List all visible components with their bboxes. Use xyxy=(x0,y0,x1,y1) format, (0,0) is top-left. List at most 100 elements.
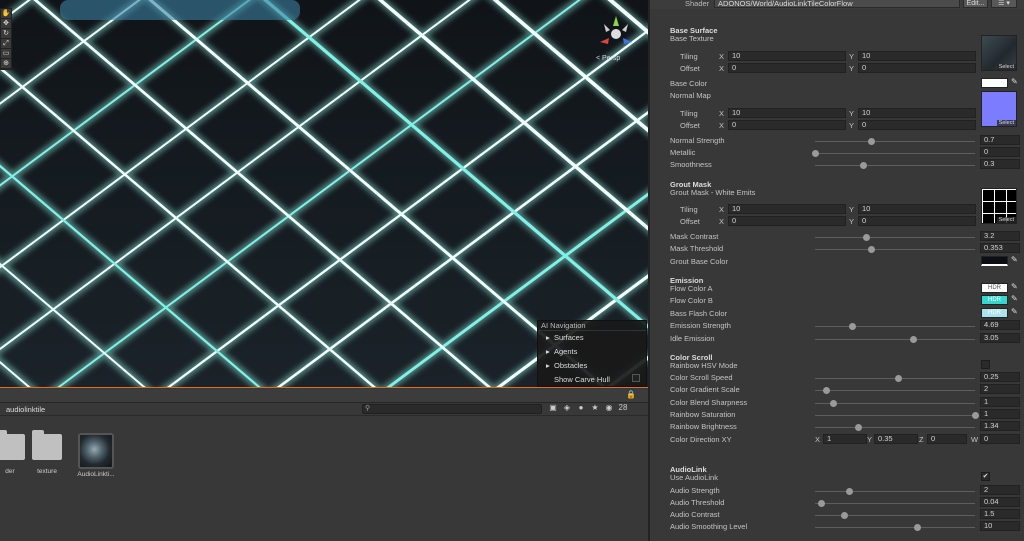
slider-value-field[interactable]: 10 xyxy=(980,521,1020,531)
flow-color-a-swatch[interactable]: HDR xyxy=(981,283,1008,293)
normal-map-thumbnail[interactable]: Select xyxy=(981,91,1017,127)
breadcrumb-item[interactable]: audiolinktile xyxy=(6,405,45,414)
base-offset-x-field[interactable]: 0 xyxy=(728,63,846,73)
eyedropper-icon[interactable]: ✎ xyxy=(1011,307,1018,316)
slider-thumb[interactable] xyxy=(840,512,848,519)
grout-base-color-swatch[interactable] xyxy=(981,256,1008,266)
perspective-label[interactable]: < Persp xyxy=(596,55,620,62)
base-texture-thumbnail[interactable]: Select xyxy=(981,35,1017,71)
grout-offset-x-field[interactable]: 0 xyxy=(728,216,846,226)
slider-value-field[interactable]: 3.05 xyxy=(980,333,1020,343)
hand-tool-icon[interactable]: ✋ xyxy=(1,9,11,19)
slider-track[interactable] xyxy=(815,339,975,340)
base-tiling-y-field[interactable]: 10 xyxy=(858,51,976,61)
slider-thumb[interactable] xyxy=(855,424,863,431)
rainbow-hsv-checkbox[interactable] xyxy=(981,360,990,369)
eyedropper-icon[interactable]: ✎ xyxy=(1011,255,1018,264)
slider-thumb[interactable] xyxy=(845,488,853,495)
slider-thumb[interactable] xyxy=(868,246,876,253)
slider-track[interactable] xyxy=(815,491,975,492)
favorite-icon[interactable]: ★ xyxy=(588,403,602,412)
grout-tiling-x-field[interactable]: 10 xyxy=(728,204,846,214)
slider-value-field[interactable]: 2 xyxy=(980,384,1020,394)
slider-value-field[interactable]: 3.2 xyxy=(980,231,1020,241)
direction-w-field[interactable]: 0 xyxy=(980,434,1020,444)
slider-track[interactable] xyxy=(815,153,975,154)
project-search-input[interactable]: ⚲ xyxy=(362,404,542,414)
ai-nav-item[interactable]: ▸ Obstacles xyxy=(538,359,646,373)
slider-track[interactable] xyxy=(815,326,975,327)
slider-track[interactable] xyxy=(815,503,975,504)
grout-mask-select-button[interactable]: Select xyxy=(996,217,1016,223)
slider-thumb[interactable] xyxy=(848,323,856,330)
slider-value-field[interactable]: 0.04 xyxy=(980,497,1020,507)
slider-thumb[interactable] xyxy=(829,400,837,407)
slider-thumb[interactable] xyxy=(863,234,871,241)
slider-track[interactable] xyxy=(815,515,975,516)
slider-value-field[interactable]: 0.25 xyxy=(980,372,1020,382)
normal-tiling-y-field[interactable]: 10 xyxy=(858,108,976,118)
transform-tool-icon[interactable]: ⊕ xyxy=(1,59,11,69)
direction-y-field[interactable]: 0.35 xyxy=(874,434,918,444)
base-tiling-x-field[interactable]: 10 xyxy=(728,51,846,61)
slider-track[interactable] xyxy=(815,390,975,391)
slider-thumb[interactable] xyxy=(868,138,875,145)
slider-track[interactable] xyxy=(815,165,975,166)
slider-value-field[interactable]: 1.5 xyxy=(980,509,1020,519)
slider-value-field[interactable]: 0.7 xyxy=(980,135,1020,145)
normal-offset-x-field[interactable]: 0 xyxy=(728,120,846,130)
slider-value-field[interactable]: 1 xyxy=(980,409,1020,419)
base-texture-select-button[interactable]: Select xyxy=(996,64,1016,70)
show-carve-hull-checkbox[interactable] xyxy=(632,374,640,382)
slider-value-field[interactable]: 0.3 xyxy=(980,159,1020,169)
base-offset-y-field[interactable]: 0 xyxy=(858,63,976,73)
eyedropper-icon[interactable]: ✎ xyxy=(1011,294,1018,303)
scene-view[interactable]: ✋ ✥ ↻ ⤢ ▭ ⊕ < Persp AI Navigation ▸ Surfa… xyxy=(0,0,648,388)
ai-navigation-overlay[interactable]: AI Navigation ▸ Surfaces ▸ Agents ▸ Obstacles… xyxy=(537,320,647,387)
grout-mask-thumbnail[interactable]: Select xyxy=(981,188,1017,224)
hidden-packages-icon[interactable]: ◉ xyxy=(602,403,616,412)
slider-thumb[interactable] xyxy=(812,150,819,157)
scale-tool-icon[interactable]: ⤢ xyxy=(1,39,11,49)
rotate-tool-icon[interactable]: ↻ xyxy=(1,29,11,39)
lock-icon[interactable]: 🔒 xyxy=(626,390,636,399)
grout-offset-y-field[interactable]: 0 xyxy=(858,216,976,226)
slider-track[interactable] xyxy=(815,415,975,416)
scene-toolbox[interactable]: ✋ ✥ ↻ ⤢ ▭ ⊕ xyxy=(0,8,12,70)
flow-color-b-swatch[interactable]: HDR xyxy=(981,295,1008,305)
use-audiolink-checkbox[interactable]: ✔ xyxy=(981,472,990,481)
ai-nav-item[interactable]: ▸ Agents xyxy=(538,345,646,359)
normal-tiling-x-field[interactable]: 10 xyxy=(728,108,846,118)
asset-folder-texture[interactable]: texture xyxy=(25,430,69,475)
slider-track[interactable] xyxy=(815,237,975,238)
slider-track[interactable] xyxy=(815,427,975,428)
warning-filter-icon[interactable]: ● xyxy=(574,403,588,412)
slider-thumb[interactable] xyxy=(895,375,903,382)
slider-thumb[interactable] xyxy=(818,500,826,507)
slider-thumb[interactable] xyxy=(909,336,917,343)
filter-type-icon[interactable]: ▣ xyxy=(546,403,560,412)
filter-label-icon[interactable]: ◈ xyxy=(560,403,574,412)
slider-value-field[interactable]: 1.34 xyxy=(980,421,1020,431)
slider-track[interactable] xyxy=(815,249,975,250)
normal-offset-y-field[interactable]: 0 xyxy=(858,120,976,130)
base-color-swatch[interactable] xyxy=(981,78,1008,88)
slider-value-field[interactable]: 0 xyxy=(980,147,1020,157)
eyedropper-icon[interactable]: ✎ xyxy=(1011,282,1018,291)
shader-menu-button[interactable]: ☰ ▾ xyxy=(991,0,1017,8)
slider-value-field[interactable]: 2 xyxy=(980,485,1020,495)
asset-material[interactable]: AudioLinkti... xyxy=(74,433,118,478)
bass-flash-color-swatch[interactable]: HDR xyxy=(981,308,1008,318)
slider-thumb[interactable] xyxy=(823,387,831,394)
slider-track[interactable] xyxy=(815,403,975,404)
ai-nav-item[interactable]: ▸ Surfaces xyxy=(538,331,646,345)
ai-nav-item[interactable]: Show Carve Hull xyxy=(538,373,646,387)
slider-thumb[interactable] xyxy=(972,412,979,419)
slider-value-field[interactable]: 4.69 xyxy=(980,320,1020,330)
slider-thumb[interactable] xyxy=(914,524,922,531)
slider-value-field[interactable]: 0.353 xyxy=(980,243,1020,253)
slider-track[interactable] xyxy=(815,527,975,528)
direction-x-field[interactable]: 1 xyxy=(823,434,867,444)
orientation-gizmo-icon[interactable] xyxy=(596,14,636,54)
eyedropper-icon[interactable]: ✎ xyxy=(1011,77,1018,86)
